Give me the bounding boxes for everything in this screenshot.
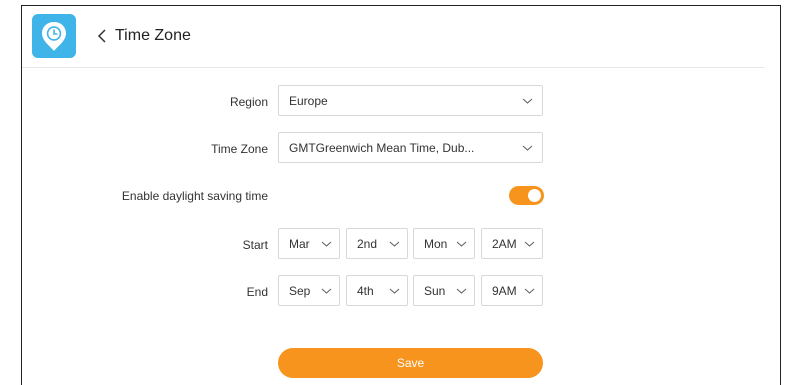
timezone-label: Time Zone <box>211 142 268 156</box>
dst-label: Enable daylight saving time <box>121 189 268 203</box>
time-zone-page: Time Zone Region Europe Time Zone GMTGre… <box>21 5 781 385</box>
start-week-value: 2nd <box>357 237 378 251</box>
chevron-down-icon <box>456 241 467 247</box>
chevron-down-icon <box>456 288 467 294</box>
chevron-left-icon <box>97 29 106 43</box>
end-month-select[interactable]: Sep <box>278 275 340 306</box>
page-header: Time Zone <box>22 6 780 68</box>
chevron-down-icon <box>321 288 332 294</box>
end-week-select[interactable]: 4th <box>346 275 408 306</box>
end-label: End <box>246 285 268 299</box>
start-month-select[interactable]: Mar <box>278 228 340 259</box>
region-select[interactable]: Europe <box>278 85 543 116</box>
timezone-value: GMTGreenwich Mean Time, Dub... <box>289 141 475 155</box>
chevron-down-icon <box>522 98 533 104</box>
chevron-down-icon <box>524 241 535 247</box>
toggle-knob <box>528 189 541 202</box>
chevron-down-icon <box>389 241 400 247</box>
start-time-select[interactable]: 2AM <box>481 228 543 259</box>
save-button[interactable]: Save <box>278 348 543 378</box>
end-day-value: Sun <box>424 284 446 298</box>
end-time-value: 9AM <box>492 284 517 298</box>
region-label: Region <box>229 95 268 109</box>
start-day-select[interactable]: Mon <box>413 228 475 259</box>
region-value: Europe <box>289 94 328 108</box>
end-week-value: 4th <box>357 284 374 298</box>
page-title: Time Zone <box>115 27 191 44</box>
chevron-down-icon <box>522 145 533 151</box>
end-day-select[interactable]: Sun <box>413 275 475 306</box>
back-button[interactable]: Time Zone <box>95 26 191 46</box>
header-divider <box>22 67 764 68</box>
start-week-select[interactable]: 2nd <box>346 228 408 259</box>
clock-pin-icon <box>32 14 76 58</box>
start-day-value: Mon <box>424 237 448 251</box>
start-label: Start <box>242 238 268 252</box>
end-month-value: Sep <box>289 284 311 298</box>
end-time-select[interactable]: 9AM <box>481 275 543 306</box>
start-time-value: 2AM <box>492 237 517 251</box>
timezone-select[interactable]: GMTGreenwich Mean Time, Dub... <box>278 132 543 163</box>
dst-toggle[interactable] <box>509 186 544 205</box>
chevron-down-icon <box>524 288 535 294</box>
chevron-down-icon <box>321 241 332 247</box>
chevron-down-icon <box>389 288 400 294</box>
start-month-value: Mar <box>289 237 310 251</box>
